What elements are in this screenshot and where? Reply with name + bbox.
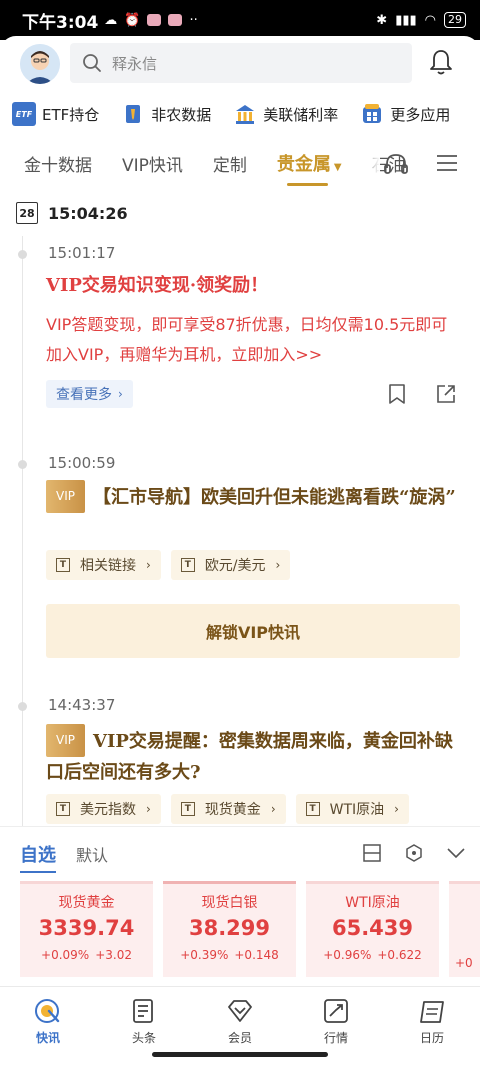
shortcut-fed-rate[interactable]: 美联储利率 [233, 102, 338, 126]
market-chart-icon [324, 999, 348, 1023]
tag-related-links[interactable]: T 相关链接 › [46, 550, 161, 580]
date-header: 28 15:04:26 [16, 202, 128, 224]
topic-icon: T [56, 802, 70, 816]
nav-flash[interactable]: 快讯 [0, 987, 96, 1066]
timeline-line [22, 236, 23, 826]
signal-icon: ▮▮▮ [395, 12, 417, 28]
tab-jin10[interactable]: 金十数据 [24, 151, 92, 176]
current-time: 15:04:26 [48, 203, 128, 223]
search-input[interactable]: 释永信 [70, 43, 412, 83]
alarm-icon: ⏰ [124, 12, 141, 28]
bookmark-icon[interactable] [386, 383, 408, 405]
shortcut-more-apps[interactable]: 更多应用 [360, 102, 450, 126]
nav-calendar[interactable]: 日历 [384, 987, 480, 1066]
flash-news-icon [35, 999, 60, 1023]
shortcut-bar: ETF ETF持仓 非农数据 美联储利率 更多应用 [0, 96, 480, 132]
tag-row: T 美元指数 › T 现货黄金 › T WTI原油 › [46, 794, 409, 824]
chevron-right-icon: › [394, 802, 399, 816]
avatar[interactable] [20, 44, 60, 84]
item-title[interactable]: VIP 【汇市导航】欧美回升但未能逃离看跌“旋涡” [46, 480, 456, 513]
more-dots-icon: ·· [189, 12, 198, 28]
newspaper-icon [133, 999, 153, 1023]
tab-vip-flash[interactable]: VIP快讯 [122, 151, 183, 176]
timeline-dot [18, 460, 27, 469]
chevron-right-icon: › [118, 387, 123, 401]
app-icon [168, 14, 183, 26]
quote-card-gold[interactable]: 现货黄金 3339.74 +0.09% +3.02 [20, 881, 153, 977]
quote-card-partial[interactable]: +0 [449, 881, 480, 977]
item-time: 15:00:59 [48, 454, 116, 472]
tab-fade [356, 150, 380, 176]
item-title[interactable]: VIP交易知识变现·领奖励！ [46, 270, 456, 301]
bell-icon[interactable] [426, 47, 456, 77]
tag-spot-gold[interactable]: T 现货黄金 › [170, 794, 286, 824]
status-time: 下午3:04 [22, 12, 99, 33]
etf-icon: ETF [12, 102, 36, 126]
quote-card-wti[interactable]: WTI原油 65.439 +0.96% +0.622 [306, 881, 439, 977]
chevron-right-icon: › [146, 802, 151, 816]
tag-wti-oil[interactable]: T WTI原油 › [295, 794, 409, 824]
bank-icon [233, 102, 257, 126]
watchlist-tabs: 自选 默认 [20, 841, 108, 873]
view-more-button[interactable]: 查看更多 › [46, 380, 133, 408]
avatar-face-icon [20, 44, 60, 84]
settings-hex-icon[interactable] [404, 843, 424, 863]
chevron-right-icon: › [275, 558, 281, 572]
wifi-icon: ◠ [424, 12, 436, 28]
timeline-dot [18, 250, 27, 259]
share-icon[interactable] [435, 383, 457, 405]
item-time: 14:43:37 [48, 696, 116, 714]
shortcut-etf[interactable]: ETF ETF持仓 [12, 102, 99, 126]
menu-icon[interactable] [436, 154, 458, 172]
tab-precious-metals[interactable]: 贵金属 ▼ [277, 150, 342, 186]
chevron-right-icon: › [270, 802, 276, 816]
battery-icon: 29 [444, 12, 466, 28]
tab-watchlist[interactable]: 自选 [20, 841, 56, 873]
tag-dollar-index[interactable]: T 美元指数 › [46, 794, 161, 824]
watchlist-panel: 自选 默认 现货黄金 3339.74 +0.09% +3.02 现货白银 38.2… [0, 826, 480, 986]
unlock-vip-button[interactable]: 解锁VIP快讯 [46, 604, 460, 658]
chevron-down-icon[interactable] [446, 843, 466, 863]
grid-icon [360, 102, 384, 126]
layout-icon[interactable] [362, 843, 382, 863]
headset-icon[interactable] [382, 151, 410, 177]
tab-default[interactable]: 默认 [76, 842, 108, 866]
status-bar: 下午3:04 ☁ ⏰ ·· ✱ ▮▮▮ ◠ 29 [0, 0, 480, 40]
tag-row: T 相关链接 › T 欧元/美元 › [46, 550, 291, 580]
timeline-dot [18, 702, 27, 711]
bluetooth-icon: ✱ [376, 12, 388, 28]
topic-icon: T [305, 802, 320, 816]
chevron-right-icon: › [146, 558, 151, 572]
topic-icon: T [180, 558, 195, 572]
tag-eurusd[interactable]: T 欧元/美元 › [170, 550, 291, 580]
quote-cards: 现货黄金 3339.74 +0.09% +3.02 现货白银 38.299 +0.… [20, 881, 480, 977]
topic-icon: T [56, 558, 70, 572]
item-time: 15:01:17 [48, 244, 116, 262]
shortcut-nonfarm[interactable]: 非农数据 [121, 102, 211, 126]
calendar-icon: 28 [16, 202, 38, 224]
vip-badge: VIP [46, 480, 85, 513]
calendar-nav-icon [420, 1001, 444, 1023]
person-tie-icon [121, 102, 145, 126]
search-placeholder: 释永信 [112, 54, 158, 73]
vip-badge: VIP [46, 724, 85, 757]
item-body[interactable]: VIP答题变现，即可享受87折优惠，日均仅需10.5元即可加入VIP，再赠华为耳… [46, 310, 458, 370]
quote-card-silver[interactable]: 现货白银 38.299 +0.39% +0.148 [163, 881, 296, 977]
caret-down-icon: ▼ [333, 162, 342, 173]
home-indicator [152, 1052, 328, 1057]
tab-custom[interactable]: 定制 [213, 151, 247, 176]
news-feed[interactable]: 28 15:04:26 15:01:17 VIP交易知识变现·领奖励！ VIP答… [0, 196, 480, 826]
cloud-icon: ☁ [104, 12, 118, 28]
diamond-icon [228, 1000, 252, 1022]
search-icon [83, 54, 101, 72]
topic-icon: T [180, 802, 195, 816]
item-title[interactable]: VIP VIP交易提醒：密集数据周来临，黄金回补缺口后空间还有多大? [46, 724, 456, 788]
app-icon [147, 14, 162, 26]
